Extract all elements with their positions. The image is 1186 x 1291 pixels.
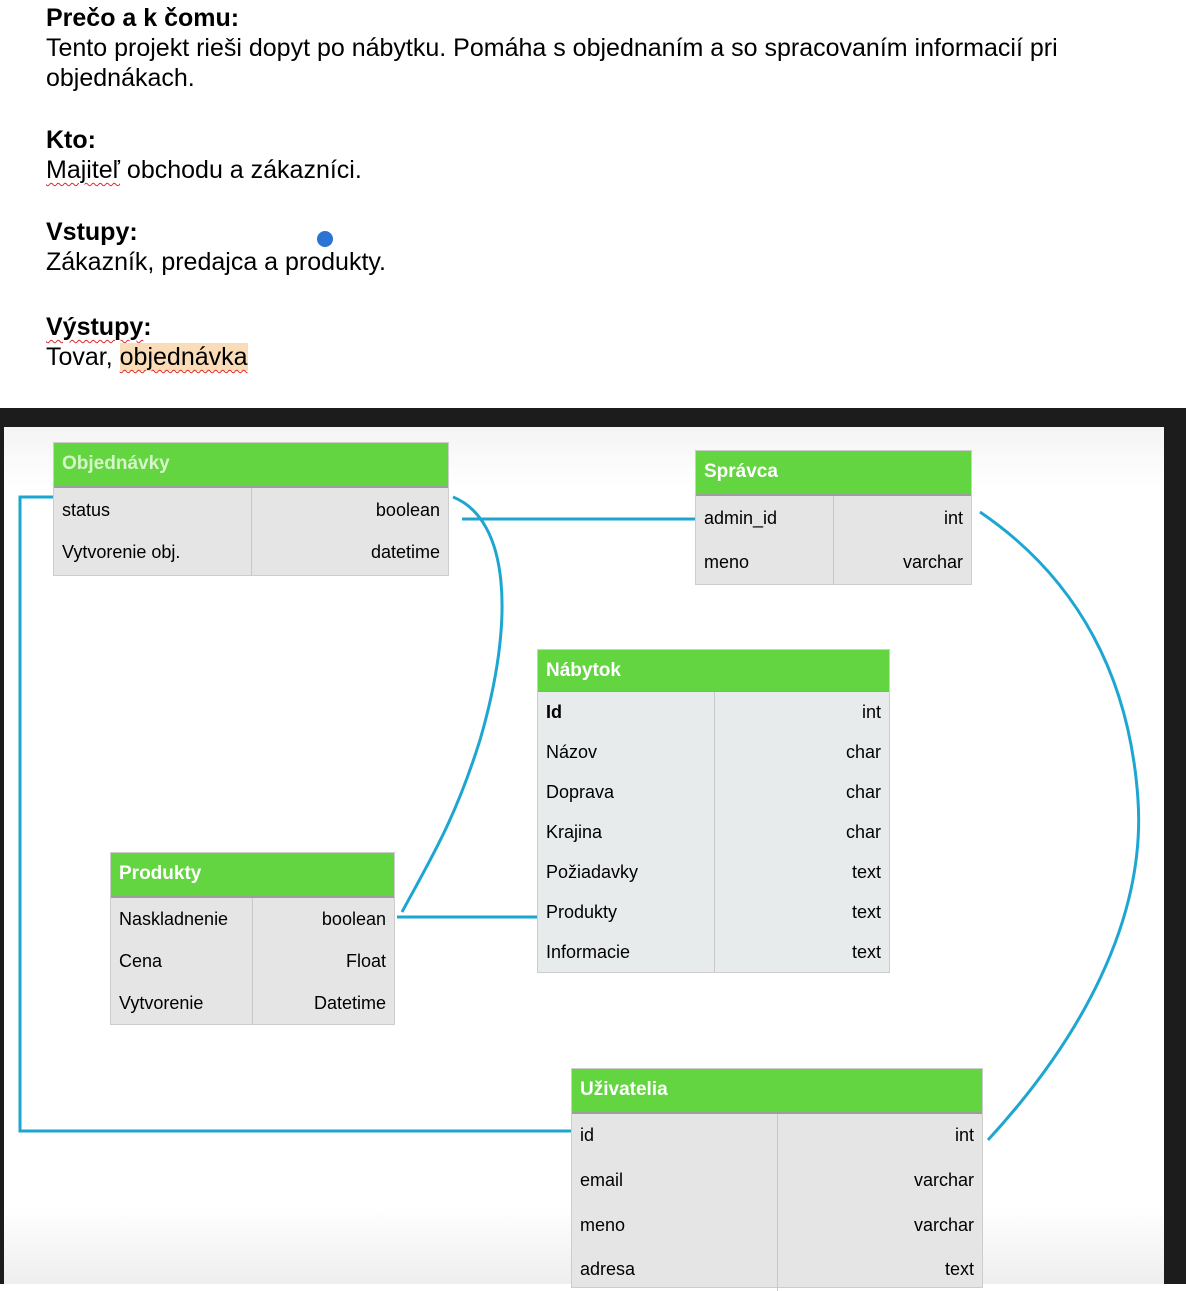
field-row[interactable]: meno varchar bbox=[696, 541, 971, 585]
entity-fields: admin_id int meno varchar bbox=[696, 496, 971, 585]
entity-fields: Id int Názov char Doprava char Krajina c… bbox=[538, 692, 889, 972]
entity-objednavky[interactable]: Objednávky status boolean Vytvorenie obj… bbox=[53, 442, 449, 576]
section-body: Majiteľ obchodu a zákazníci. bbox=[46, 155, 362, 185]
field-name: admin_id bbox=[696, 496, 834, 541]
field-row[interactable]: Požiadavky text bbox=[538, 852, 889, 892]
field-name: Požiadavky bbox=[538, 852, 715, 892]
field-row[interactable]: Cena Float bbox=[111, 940, 394, 982]
field-row[interactable]: Krajina char bbox=[538, 812, 889, 852]
field-type: char bbox=[845, 742, 881, 762]
field-type: text bbox=[851, 862, 881, 882]
field-row[interactable]: Informacie text bbox=[538, 932, 889, 972]
entity-fields: id int email varchar meno varchar adresa… bbox=[572, 1114, 982, 1291]
field-type: char bbox=[845, 782, 881, 802]
field-name: Id bbox=[538, 692, 715, 732]
field-type: text bbox=[851, 902, 881, 922]
field-type: int bbox=[943, 508, 963, 528]
field-type: int bbox=[861, 702, 881, 722]
field-type: datetime bbox=[370, 542, 440, 562]
field-row[interactable]: id int bbox=[572, 1114, 982, 1158]
entity-title: Nábytok bbox=[538, 650, 889, 692]
text-cursor-dot bbox=[317, 231, 333, 247]
field-type: text bbox=[851, 942, 881, 962]
field-name: meno bbox=[696, 541, 834, 585]
section-body-rest: obchodu a zákazníci. bbox=[119, 156, 362, 184]
section-body-prefix: Tovar, bbox=[46, 343, 120, 371]
field-type: varchar bbox=[913, 1215, 974, 1235]
section-vystupy: Výstupy: Tovar, objednávka bbox=[46, 312, 248, 372]
field-name: Naskladnenie bbox=[111, 898, 253, 940]
field-name: status bbox=[54, 488, 252, 532]
field-row[interactable]: adresa text bbox=[572, 1247, 982, 1291]
section-body: Zákazník, predajca a produkty. bbox=[46, 248, 386, 276]
section-preco: Prečo a k čomu: Tento projekt rieši dopy… bbox=[46, 3, 1176, 93]
field-type: text bbox=[944, 1259, 974, 1279]
entity-spravca[interactable]: Správca admin_id int meno varchar bbox=[695, 450, 972, 585]
field-name: Vytvorenie obj. bbox=[54, 532, 252, 575]
entity-produkty[interactable]: Produkty Naskladnenie boolean Cena Float… bbox=[110, 852, 395, 1025]
field-type: boolean bbox=[375, 500, 440, 520]
field-row[interactable]: email varchar bbox=[572, 1158, 982, 1203]
field-name: Doprava bbox=[538, 772, 715, 812]
field-name: meno bbox=[572, 1203, 778, 1247]
field-row[interactable]: Vytvorenie obj. datetime bbox=[54, 532, 448, 575]
section-heading: Prečo a k čomu: bbox=[46, 4, 240, 32]
section-kto: Kto: Majiteľ obchodu a zákazníci. bbox=[46, 125, 362, 185]
field-type: varchar bbox=[913, 1170, 974, 1190]
field-row[interactable]: Produkty text bbox=[538, 892, 889, 932]
section-body: Tento projekt rieši dopyt po nábytku. Po… bbox=[46, 34, 1058, 92]
field-name: Vytvorenie bbox=[111, 982, 253, 1024]
field-type: Datetime bbox=[313, 993, 386, 1013]
spellcheck-word[interactable]: Výstupy bbox=[46, 313, 143, 341]
field-name: adresa bbox=[572, 1247, 778, 1291]
heading-rest: : bbox=[143, 313, 152, 341]
diagram-frame-top bbox=[0, 408, 1186, 427]
section-heading: Kto: bbox=[46, 126, 96, 154]
section-body: Tovar, objednávka bbox=[46, 342, 248, 372]
field-name: id bbox=[572, 1114, 778, 1158]
field-row[interactable]: status boolean bbox=[54, 488, 448, 532]
field-name: Názov bbox=[538, 732, 715, 772]
field-row[interactable]: Naskladnenie boolean bbox=[111, 898, 394, 940]
field-name: Krajina bbox=[538, 812, 715, 852]
entity-title: Objednávky bbox=[54, 443, 448, 488]
entity-fields: Naskladnenie boolean Cena Float Vytvoren… bbox=[111, 898, 394, 1024]
section-heading: Výstupy: bbox=[46, 312, 248, 342]
field-type: char bbox=[845, 822, 881, 842]
field-row[interactable]: Id int bbox=[538, 692, 889, 732]
field-row[interactable]: Názov char bbox=[538, 732, 889, 772]
highlighted-word[interactable]: objednávka bbox=[119, 343, 248, 371]
field-row[interactable]: meno varchar bbox=[572, 1203, 982, 1247]
field-row[interactable]: admin_id int bbox=[696, 496, 971, 541]
entity-uzivatelia[interactable]: Uživatelia id int email varchar meno var… bbox=[571, 1068, 983, 1291]
field-name: email bbox=[572, 1158, 778, 1203]
field-name: Cena bbox=[111, 940, 253, 982]
diagram-frame-right bbox=[1164, 408, 1186, 1284]
entity-title: Produkty bbox=[111, 853, 394, 898]
field-row[interactable]: Doprava char bbox=[538, 772, 889, 812]
section-vstupy: Vstupy: Zákazník, predajca a produkty. bbox=[46, 217, 386, 277]
field-row[interactable]: Vytvorenie Datetime bbox=[111, 982, 394, 1024]
entity-title: Správca bbox=[696, 451, 971, 496]
field-name: Produkty bbox=[538, 892, 715, 932]
field-type: boolean bbox=[321, 909, 386, 929]
entity-title: Uživatelia bbox=[572, 1069, 982, 1114]
field-type: varchar bbox=[902, 552, 963, 572]
section-heading: Vstupy: bbox=[46, 218, 138, 246]
field-type: int bbox=[954, 1125, 974, 1145]
field-name: Informacie bbox=[538, 932, 715, 972]
spellcheck-word[interactable]: Majiteľ bbox=[46, 156, 120, 184]
entity-nabytok[interactable]: Nábytok Id int Názov char Doprava char K… bbox=[537, 649, 890, 973]
field-type: Float bbox=[345, 951, 386, 971]
entity-fields: status boolean Vytvorenie obj. datetime bbox=[54, 488, 448, 575]
